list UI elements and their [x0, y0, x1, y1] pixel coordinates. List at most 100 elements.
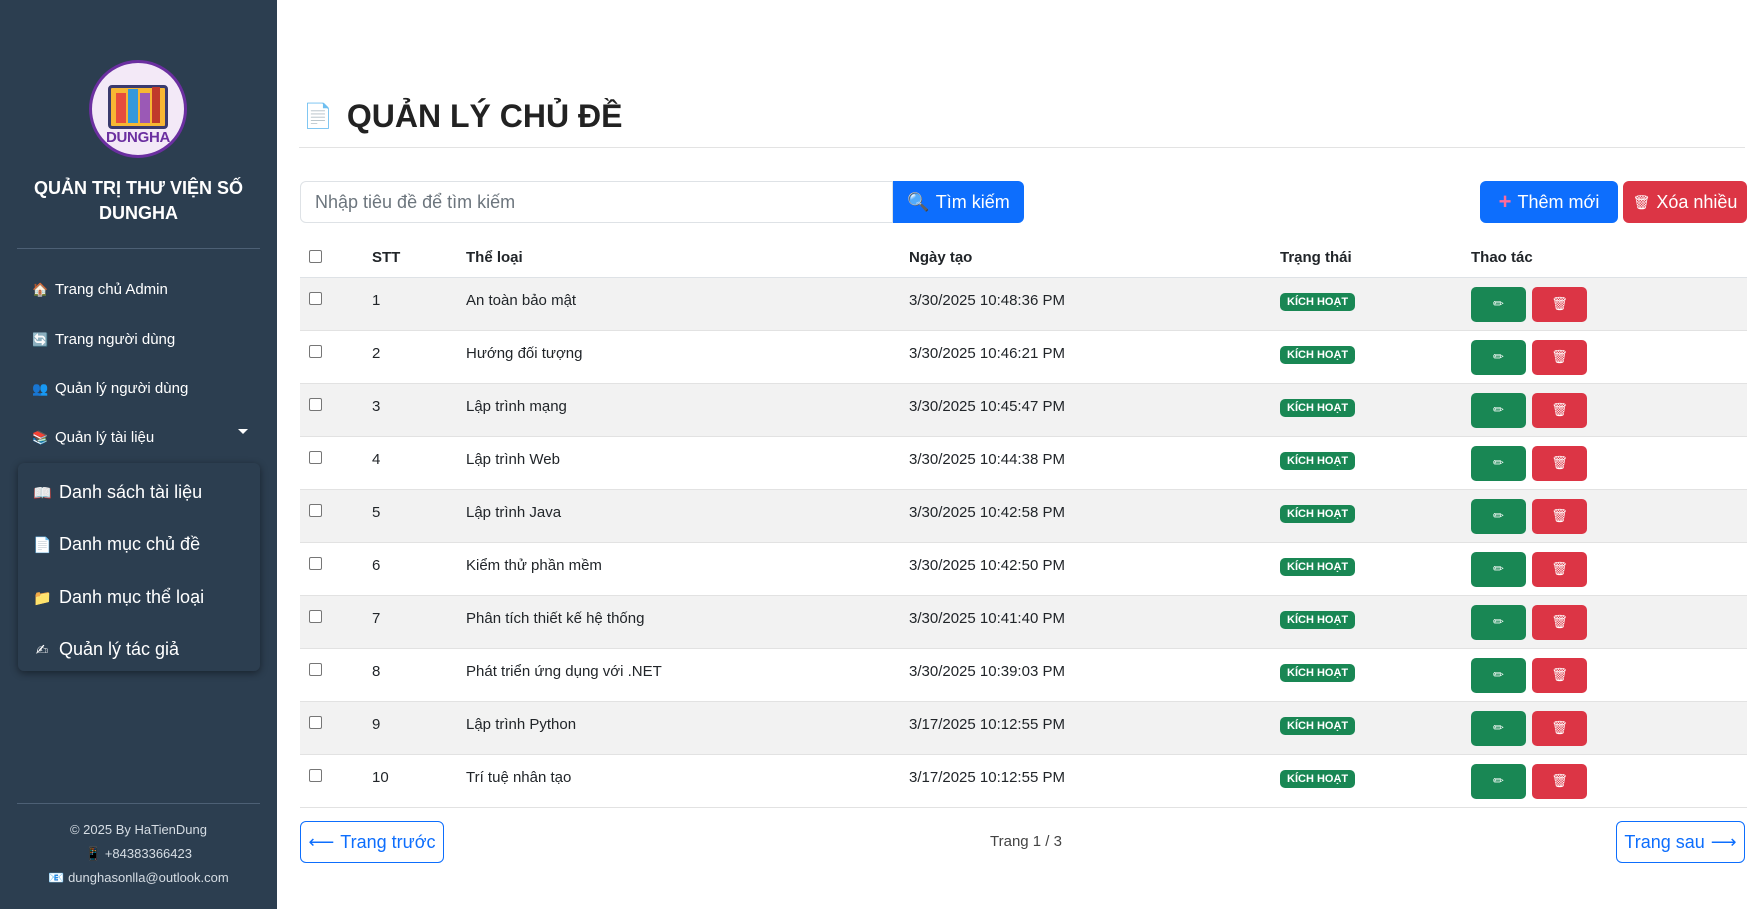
status-badge: KÍCH HOẠT	[1280, 398, 1356, 417]
delete-button[interactable]: 🗑	[1532, 657, 1587, 693]
divider	[17, 248, 260, 249]
cell-stt: 2	[372, 330, 466, 384]
row-checkbox[interactable]	[309, 503, 322, 517]
nav-item-document-management[interactable]: 📚 Quản lý tài liệu	[32, 429, 154, 446]
edit-button[interactable]: ✏	[1471, 763, 1526, 799]
pencil-icon: ✏	[1493, 614, 1504, 629]
topic-table: STT Thể loại Ngày tạo Trạng thái Thao tá…	[300, 238, 1747, 808]
row-checkbox[interactable]	[309, 291, 322, 305]
cell-name: Lập trình mạng	[466, 383, 909, 437]
status-badge: KÍCH HOẠT	[1280, 769, 1356, 788]
page-icon: 📄	[33, 536, 52, 554]
prev-page-button[interactable]: ⟵ Trang trước	[300, 821, 444, 863]
pencil-icon: ✏	[1493, 402, 1504, 417]
delete-button[interactable]: 🗑	[1532, 392, 1587, 428]
delete-button[interactable]: 🗑	[1532, 710, 1587, 746]
page-indicator: Trang 1 / 3	[990, 833, 1062, 850]
submenu-item-genre-list[interactable]: 📁 Danh mục thể loại	[33, 587, 204, 608]
row-checkbox[interactable]	[309, 556, 322, 570]
cell-name: Lập trình Web	[466, 436, 909, 490]
pencil-icon: ✏	[1493, 561, 1504, 576]
delete-button[interactable]: 🗑	[1532, 445, 1587, 481]
table-row: 4 Lập trình Web 3/30/2025 10:44:38 PM KÍCH …	[300, 436, 1747, 490]
cell-date: 3/30/2025 10:39:03 PM	[909, 648, 1280, 702]
delete-button[interactable]: 🗑	[1532, 604, 1587, 640]
cell-date: 3/30/2025 10:48:36 PM	[909, 277, 1280, 331]
nav-item-user-management[interactable]: 👥 Quản lý người dùng	[32, 380, 188, 397]
edit-button[interactable]: ✏	[1471, 339, 1526, 375]
status-badge: KÍCH HOẠT	[1280, 345, 1356, 364]
status-badge: KÍCH HOẠT	[1280, 663, 1356, 682]
pencil-icon: ✏	[1493, 455, 1504, 470]
edit-button[interactable]: ✏	[1471, 604, 1526, 640]
cell-date: 3/30/2025 10:44:38 PM	[909, 436, 1280, 490]
search-icon: 🔍	[907, 191, 930, 212]
cell-stt: 1	[372, 277, 466, 331]
trash-icon: 🗑	[1551, 561, 1568, 576]
trash-icon: 🗑	[1551, 773, 1568, 788]
status-badge: KÍCH HOẠT	[1280, 557, 1356, 576]
edit-button[interactable]: ✏	[1471, 286, 1526, 322]
status-badge: KÍCH HOẠT	[1280, 610, 1356, 629]
edit-button[interactable]: ✏	[1471, 445, 1526, 481]
submenu-item-author-management[interactable]: ✍ Quản lý tác giả	[33, 639, 179, 660]
delete-button[interactable]: 🗑	[1532, 286, 1587, 322]
trash-icon: 🗑	[1551, 402, 1568, 417]
edit-button[interactable]: ✏	[1471, 392, 1526, 428]
edit-button[interactable]: ✏	[1471, 657, 1526, 693]
trash-icon: 🗑	[1551, 667, 1568, 682]
trash-icon: 🗑	[1632, 193, 1651, 210]
trash-icon: 🗑	[1551, 508, 1568, 523]
brand-title: QUẢN TRỊ THƯ VIỆN SỐ DUNGHA	[34, 178, 243, 223]
row-checkbox[interactable]	[309, 450, 322, 464]
search-button[interactable]: 🔍 Tìm kiếm	[893, 181, 1024, 223]
column-header-date: Ngày tạo	[909, 238, 1280, 278]
row-checkbox[interactable]	[309, 397, 322, 411]
logo-text: DUNGHA	[105, 129, 171, 146]
cell-date: 3/17/2025 10:12:55 PM	[909, 701, 1280, 755]
row-checkbox[interactable]	[309, 344, 322, 358]
search-input[interactable]	[300, 181, 893, 223]
edit-button[interactable]: ✏	[1471, 498, 1526, 534]
row-checkbox[interactable]	[309, 662, 322, 676]
table-row: 8 Phát triển ứng dụng với .NET 3/30/2025 1…	[300, 648, 1747, 702]
cell-date: 3/30/2025 10:41:40 PM	[909, 595, 1280, 649]
house-icon: 🏠	[32, 281, 49, 297]
table-row: 3 Lập trình mạng 3/30/2025 10:45:47 PM KÍCH…	[300, 383, 1747, 437]
add-new-button[interactable]: + Thêm mới	[1480, 181, 1618, 223]
cell-date: 3/30/2025 10:45:47 PM	[909, 383, 1280, 437]
nav-item-admin-home[interactable]: 🏠 Trang chủ Admin	[32, 281, 168, 298]
trash-icon: 🗑	[1551, 296, 1568, 311]
page-title: 📄 QUẢN LÝ CHỦ ĐỀ	[303, 98, 623, 134]
table-row: 5 Lập trình Java 3/30/2025 10:42:58 PM KÍCH…	[300, 489, 1747, 543]
divider	[17, 803, 260, 804]
edit-button[interactable]: ✏	[1471, 551, 1526, 587]
delete-button[interactable]: 🗑	[1532, 339, 1587, 375]
cell-stt: 9	[372, 701, 466, 755]
chevron-down-icon[interactable]	[238, 429, 248, 434]
cell-name: Trí tuệ nhân tạo	[466, 754, 909, 808]
submenu-item-document-list[interactable]: 📖 Danh sách tài liệu	[33, 482, 202, 503]
nav-item-user-page[interactable]: 🔄 Trang người dùng	[32, 331, 175, 348]
status-badge: KÍCH HOẠT	[1280, 716, 1356, 735]
edit-button[interactable]: ✏	[1471, 710, 1526, 746]
row-checkbox[interactable]	[309, 768, 322, 782]
row-checkbox[interactable]	[309, 609, 322, 623]
submenu-item-topic-list[interactable]: 📄 Danh mục chủ đề	[33, 534, 200, 555]
select-all-checkbox[interactable]	[309, 249, 322, 263]
row-checkbox[interactable]	[309, 715, 322, 729]
delete-many-button[interactable]: 🗑 Xóa nhiều	[1623, 181, 1747, 223]
delete-button[interactable]: 🗑	[1532, 498, 1587, 534]
next-page-button[interactable]: Trang sau ⟶	[1616, 821, 1745, 863]
trash-icon: 🗑	[1551, 455, 1568, 470]
book-icon: 📖	[33, 484, 52, 502]
table-row: 6 Kiểm thử phần mềm 3/30/2025 10:42:50 PM K…	[300, 542, 1747, 596]
trash-icon: 🗑	[1551, 614, 1568, 629]
delete-button[interactable]: 🗑	[1532, 551, 1587, 587]
table-row: 7 Phân tích thiết kế hệ thống 3/30/2025 10…	[300, 595, 1747, 649]
logo: DUNGHA	[89, 60, 187, 158]
trash-icon: 🗑	[1551, 720, 1568, 735]
delete-button[interactable]: 🗑	[1532, 763, 1587, 799]
pencil-icon: ✏	[1493, 296, 1504, 311]
table-row: 9 Lập trình Python 3/17/2025 10:12:55 PM KÍ…	[300, 701, 1747, 755]
